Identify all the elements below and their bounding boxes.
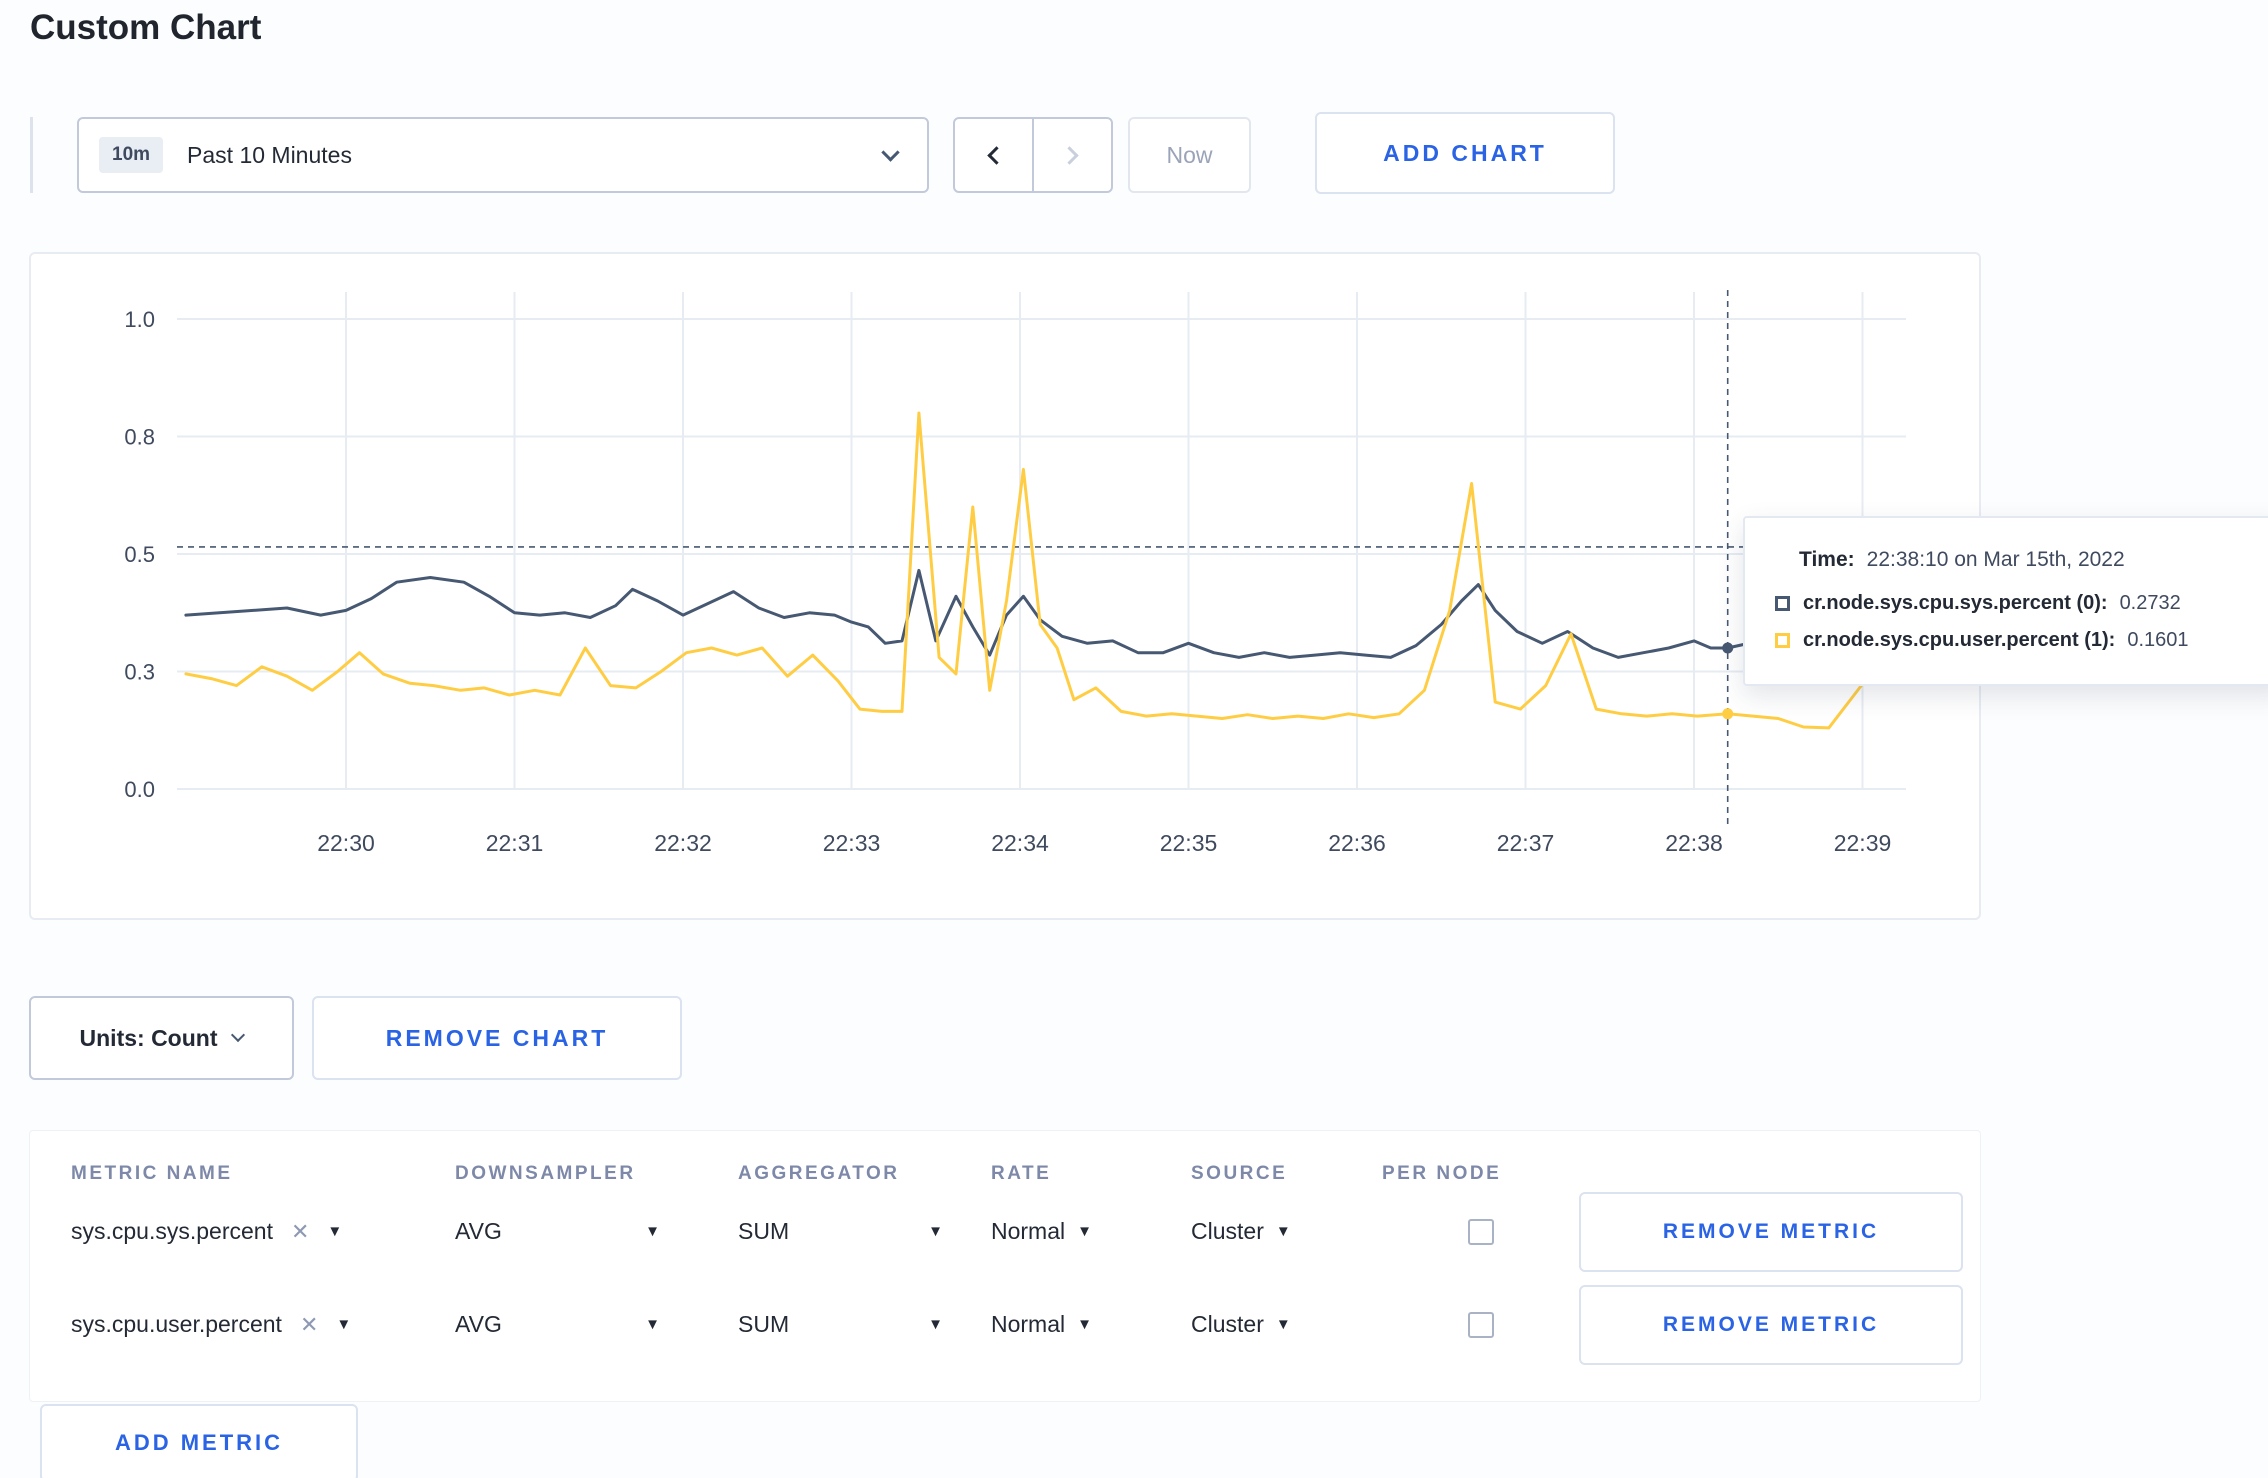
chart-tooltip: Time: 22:38:10 on Mar 15th, 2022 cr.node… — [1743, 516, 2268, 686]
now-button[interactable]: Now — [1128, 117, 1251, 193]
time-range-label: Past 10 Minutes — [187, 141, 352, 168]
clear-metric-icon[interactable]: ✕ — [291, 1220, 309, 1243]
dropdown-arrow-icon: ▼ — [928, 1316, 943, 1333]
metric-name-select[interactable]: sys.cpu.sys.percent ✕ ▼ — [71, 1218, 342, 1245]
dropdown-arrow-icon: ▼ — [928, 1223, 943, 1240]
x-axis-tick-label: 22:34 — [991, 830, 1049, 856]
rate-value: Normal — [991, 1311, 1066, 1337]
series-user-swatch-icon — [1775, 633, 1790, 648]
series-sys-swatch-icon — [1775, 596, 1790, 611]
page-title: Custom Chart — [30, 8, 262, 47]
y-axis-tick-label: 0.3 — [124, 660, 155, 685]
x-axis-tick-label: 22:37 — [1497, 830, 1555, 856]
downsampler-select[interactable]: AVG ▼ — [455, 1311, 660, 1338]
chevron-left-icon — [987, 145, 1006, 165]
dropdown-arrow-icon: ▼ — [1275, 1223, 1291, 1240]
metric-name-value: sys.cpu.sys.percent — [71, 1218, 273, 1244]
chevron-down-icon — [231, 1027, 246, 1043]
y-axis-tick-label: 1.0 — [124, 307, 155, 332]
x-axis-tick-label: 22:33 — [823, 830, 881, 856]
header-per-node: PER NODE — [1382, 1163, 1502, 1184]
y-axis-tick-label: 0.5 — [124, 542, 155, 567]
source-value: Cluster — [1191, 1311, 1264, 1337]
dropdown-arrow-icon: ▼ — [327, 1223, 343, 1240]
tooltip-time-row: Time: 22:38:10 on Mar 15th, 2022 — [1799, 548, 2252, 572]
metrics-table: METRIC NAME DOWNSAMPLER AGGREGATOR RATE … — [29, 1130, 1981, 1402]
dropdown-arrow-icon: ▼ — [1275, 1316, 1291, 1333]
downsampler-value: AVG — [455, 1218, 502, 1244]
source-select[interactable]: Cluster ▼ — [1191, 1218, 1291, 1245]
header-aggregator: AGGREGATOR — [738, 1163, 900, 1184]
dropdown-arrow-icon: ▼ — [336, 1316, 352, 1333]
dropdown-arrow-icon: ▼ — [1077, 1223, 1092, 1240]
y-axis-tick-label: 0.8 — [124, 425, 155, 450]
header-downsampler: DOWNSAMPLER — [455, 1163, 636, 1184]
add-chart-button[interactable]: ADD CHART — [1315, 112, 1615, 194]
rate-value: Normal — [991, 1218, 1066, 1244]
aggregator-select[interactable]: SUM ▼ — [738, 1311, 943, 1338]
next-time-button[interactable] — [1032, 117, 1113, 193]
tooltip-series-value: 0.2732 — [2119, 592, 2181, 614]
tooltip-time-label: Time: — [1799, 548, 1855, 571]
chart-canvas[interactable]: 0.0 0.3 0.5 0.8 1.0 22:30 22:31 22:32 22:33 22:34… — [31, 254, 1979, 918]
x-axis-tick-label: 22:38 — [1665, 830, 1723, 856]
metric-row: sys.cpu.user.percent ✕ ▼ AVG ▼ SUM ▼ Nor… — [30, 1278, 1980, 1371]
metrics-table-header: METRIC NAME DOWNSAMPLER AGGREGATOR RATE … — [30, 1131, 1980, 1185]
x-axis-tick-label: 22:31 — [486, 830, 544, 856]
aggregator-value: SUM — [738, 1218, 790, 1244]
metric-name-value: sys.cpu.user.percent — [71, 1311, 282, 1337]
time-range-badge: 10m — [99, 137, 164, 173]
units-label: Units: Count — [79, 1024, 218, 1051]
source-select[interactable]: Cluster ▼ — [1191, 1311, 1291, 1338]
chart-card: 0.0 0.3 0.5 0.8 1.0 22:30 22:31 22:32 22:33 22:34… — [29, 252, 1981, 920]
toolbar-divider — [30, 117, 33, 193]
downsampler-value: AVG — [455, 1311, 502, 1337]
rate-select[interactable]: Normal ▼ — [991, 1218, 1092, 1245]
header-metric-name: METRIC NAME — [71, 1163, 233, 1184]
rate-select[interactable]: Normal ▼ — [991, 1311, 1092, 1338]
dropdown-arrow-icon: ▼ — [645, 1316, 660, 1333]
remove-metric-button[interactable]: REMOVE METRIC — [1579, 1191, 1963, 1272]
header-source: SOURCE — [1191, 1163, 1288, 1184]
tooltip-series-name: cr.node.sys.cpu.user.percent (1): — [1803, 629, 2116, 651]
x-axis-tick-label: 22:32 — [654, 830, 712, 856]
crosshair-dot — [1722, 642, 1734, 654]
dropdown-arrow-icon: ▼ — [645, 1223, 660, 1240]
header-rate: RATE — [991, 1163, 1052, 1184]
aggregator-select[interactable]: SUM ▼ — [738, 1218, 943, 1245]
per-node-checkbox[interactable] — [1467, 1311, 1494, 1338]
per-node-checkbox[interactable] — [1467, 1218, 1494, 1245]
units-select[interactable]: Units: Count — [29, 996, 294, 1080]
series-line — [184, 568, 1881, 659]
prev-time-button[interactable] — [953, 117, 1034, 193]
source-value: Cluster — [1191, 1218, 1264, 1244]
time-range-select[interactable]: 10m Past 10 Minutes — [77, 117, 929, 193]
chevron-down-icon — [881, 142, 900, 162]
downsampler-select[interactable]: AVG ▼ — [455, 1218, 660, 1245]
aggregator-value: SUM — [738, 1311, 790, 1337]
x-axis-tick-label: 22:39 — [1834, 830, 1892, 856]
x-axis-tick-label: 22:35 — [1160, 830, 1218, 856]
x-axis-tick-label: 22:36 — [1328, 830, 1386, 856]
time-pager — [953, 117, 1113, 193]
metric-name-select[interactable]: sys.cpu.user.percent ✕ ▼ — [71, 1311, 351, 1338]
x-axis-tick-label: 22:30 — [317, 830, 375, 856]
add-metric-button[interactable]: ADD METRIC — [40, 1404, 358, 1478]
y-axis-tick-label: 0.0 — [124, 777, 155, 802]
tooltip-series-row: cr.node.sys.cpu.user.percent (1): 0.1601 — [1775, 629, 2252, 652]
remove-metric-button[interactable]: REMOVE METRIC — [1579, 1284, 1963, 1365]
metric-row: sys.cpu.sys.percent ✕ ▼ AVG ▼ SUM ▼ Norm… — [30, 1185, 1980, 1278]
tooltip-series-value: 0.1601 — [2127, 629, 2189, 651]
series-line — [184, 411, 1881, 730]
tooltip-time-value: 22:38:10 on Mar 15th, 2022 — [1866, 548, 2125, 571]
dropdown-arrow-icon: ▼ — [1077, 1316, 1092, 1333]
crosshair-dot — [1722, 708, 1734, 720]
clear-metric-icon[interactable]: ✕ — [300, 1313, 318, 1336]
chevron-right-icon — [1060, 145, 1079, 165]
remove-chart-button[interactable]: REMOVE CHART — [312, 996, 682, 1080]
tooltip-series-name: cr.node.sys.cpu.sys.percent (0): — [1803, 592, 2108, 614]
tooltip-series-row: cr.node.sys.cpu.sys.percent (0): 0.2732 — [1775, 592, 2252, 615]
